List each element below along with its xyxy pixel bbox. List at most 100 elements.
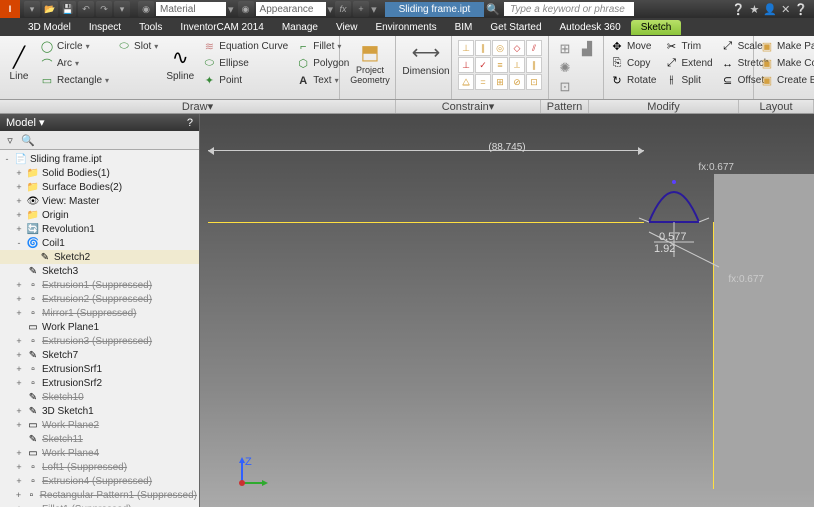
tree-item[interactable]: +🔄Revolution1 [0,222,199,236]
tree-item[interactable]: +📁Origin [0,208,199,222]
search-input[interactable]: Type a keyword or phrase [504,2,634,16]
tree-item[interactable]: +👁View: Master [0,194,199,208]
makecomp-button[interactable]: ▣Make Compon [758,55,814,72]
project-geometry-button[interactable]: ⬒ Project Geometry [344,38,396,88]
constrain-sym-icon[interactable]: ⧋ [458,74,474,90]
browser-header[interactable]: Model ▾ ? [0,114,199,131]
plus-icon[interactable]: + [353,1,369,17]
tree-item[interactable]: ▭Work Plane1 [0,320,199,334]
tab-a360[interactable]: Autodesk 360 [552,20,629,35]
tree-item[interactable]: ✎Sketch3 [0,264,199,278]
qat-dd-icon[interactable]: ▾ [114,1,130,17]
constrain-concentric-icon[interactable]: ◎ [492,40,508,56]
constrain-auto-icon[interactable]: ⊡ [526,74,542,90]
constrain-collinear-icon[interactable]: ∥ [475,40,491,56]
fx-icon[interactable]: fx [335,1,351,17]
constrain-horiz-icon[interactable]: ✓ [475,57,491,73]
star-icon[interactable]: ★ [750,3,760,16]
tree-item[interactable]: +▫Mirror1 (Suppressed) [0,306,199,320]
arc-button[interactable]: ⌒Arc ▾ [38,55,111,72]
tree-item[interactable]: +▫Extrusion3 (Suppressed) [0,334,199,348]
constrain-coincident-icon[interactable]: ⊥ [458,40,474,56]
help-icon[interactable]: ❔ [732,3,746,16]
dimension-button[interactable]: ⟷ Dimension [400,38,452,79]
qat-redo-icon[interactable]: ↷ [96,1,112,17]
trim-button[interactable]: ✂Trim [662,38,714,55]
tab-tools[interactable]: Tools [131,20,170,35]
circle-button[interactable]: ◯Circle ▾ [38,38,111,55]
tab-manage[interactable]: Manage [274,20,326,35]
constrain-show-icon[interactable]: ⊞ [492,74,508,90]
tree-item[interactable]: ✎Sketch11 [0,432,199,446]
createblock-button[interactable]: ▣Create Block [758,72,814,89]
view-triad[interactable]: Z [230,455,270,495]
tree-item[interactable]: +▫ExtrusionSrf2 [0,376,199,390]
appearance-field[interactable]: Appearance [256,2,326,16]
tab-getstarted[interactable]: Get Started [482,20,549,35]
tab-inspect[interactable]: Inspect [81,20,129,35]
material-field[interactable]: Material [156,2,226,16]
sketch-canvas[interactable]: (88.745) fx:0.677 fx:0.677 0.577 1.92 [200,114,814,507]
tree-item[interactable]: +▫Fillet1 (Suppressed) [0,502,199,507]
tree-item[interactable]: +📁Solid Bodies(1) [0,166,199,180]
circ-pattern-icon[interactable]: ✺ [555,59,575,76]
browser-help-icon[interactable]: ? [187,117,193,129]
tree-item[interactable]: +▫Loft1 (Suppressed) [0,460,199,474]
split-button[interactable]: ⫲Split [662,72,714,89]
tree-item[interactable]: +▫Extrusion4 (Suppressed) [0,474,199,488]
rect-pattern-icon[interactable]: ⊞ [555,40,575,57]
tree-item[interactable]: +✎3D Sketch1 [0,404,199,418]
appearance-selector[interactable]: ◉ Appearance ▾ fx + ▾ [238,1,377,17]
tree-item[interactable]: +▫ExtrusionSrf1 [0,362,199,376]
ellipse-button[interactable]: ⬭Ellipse [200,55,290,72]
tab-inventorcam[interactable]: InventorCAM 2014 [172,20,271,35]
tree-item[interactable]: -🌀Coil1 [0,236,199,250]
constrain-fix-icon[interactable]: ◇ [509,40,525,56]
point-button[interactable]: ✦Point [200,72,290,89]
sketch-geometry[interactable]: 0.577 1.92 [639,172,709,272]
search-tree-icon[interactable]: 🔍 [20,133,36,147]
filter-icon[interactable]: ▿ [2,133,18,147]
extend-button[interactable]: ⤢Extend [662,55,714,72]
dimension-line[interactable] [208,150,644,160]
tree-item[interactable]: +▫Rectangular Pattern1 (Suppressed) [0,488,199,502]
constrain-smooth-icon[interactable]: ∥ [526,57,542,73]
qat-save-icon[interactable]: 💾 [60,1,76,17]
move-button[interactable]: ✥Move [608,38,658,55]
pattern3-icon[interactable]: ⊡ [555,78,575,95]
tab-bim[interactable]: BIM [447,20,481,35]
eqcurve-button[interactable]: ≋Equation Curve [200,38,290,55]
doc-search-icon[interactable]: 🔍 [486,3,500,16]
dimension-value[interactable]: (88.745) [488,142,525,153]
mirror-icon[interactable]: ▟ [577,40,597,57]
constrain-parallel-icon[interactable]: ⫽ [526,40,542,56]
app-icon[interactable]: I [0,0,20,18]
tree-item[interactable]: ✎Sketch10 [0,390,199,404]
material-selector[interactable]: ◉ Material ▾ [138,1,234,17]
document-tab[interactable]: Sliding frame.ipt [385,2,485,17]
tree-item[interactable]: +▭Work Plane4 [0,446,199,460]
makepart-button[interactable]: ▣Make Part [758,38,814,55]
constrain-vert-icon[interactable]: ≡ [492,57,508,73]
constrain-tangent-icon[interactable]: ⟂ [509,57,525,73]
exchange-icon[interactable]: ✕ [781,3,790,16]
fx-label-2[interactable]: fx:0.677 [728,274,764,285]
spline-button[interactable]: ∿ Spline [164,38,196,89]
qat-new-icon[interactable]: ▾ [24,1,40,17]
signin-icon[interactable]: 👤 [763,3,777,16]
line-button[interactable]: ╱ Line [4,38,34,89]
tab-3dmodel[interactable]: 3D Model [20,20,79,35]
help2-icon[interactable]: ❔ [794,3,808,16]
qat-open-icon[interactable]: 📂 [42,1,58,17]
tab-environments[interactable]: Environments [367,20,444,35]
rotate-button[interactable]: ↻Rotate [608,72,658,89]
rectangle-button[interactable]: ▭Rectangle ▾ [38,72,111,89]
tree-item[interactable]: +▭Work Plane2 [0,418,199,432]
tab-view[interactable]: View [328,20,366,35]
tree-item[interactable]: +📁Surface Bodies(2) [0,180,199,194]
copy-button[interactable]: ⎘Copy [608,55,658,72]
tree-item[interactable]: ✎Sketch2 [0,250,199,264]
constrain-perp-icon[interactable]: ⊥ [458,57,474,73]
tree-item[interactable]: +▫Extrusion2 (Suppressed) [0,292,199,306]
tree-item[interactable]: +▫Extrusion1 (Suppressed) [0,278,199,292]
